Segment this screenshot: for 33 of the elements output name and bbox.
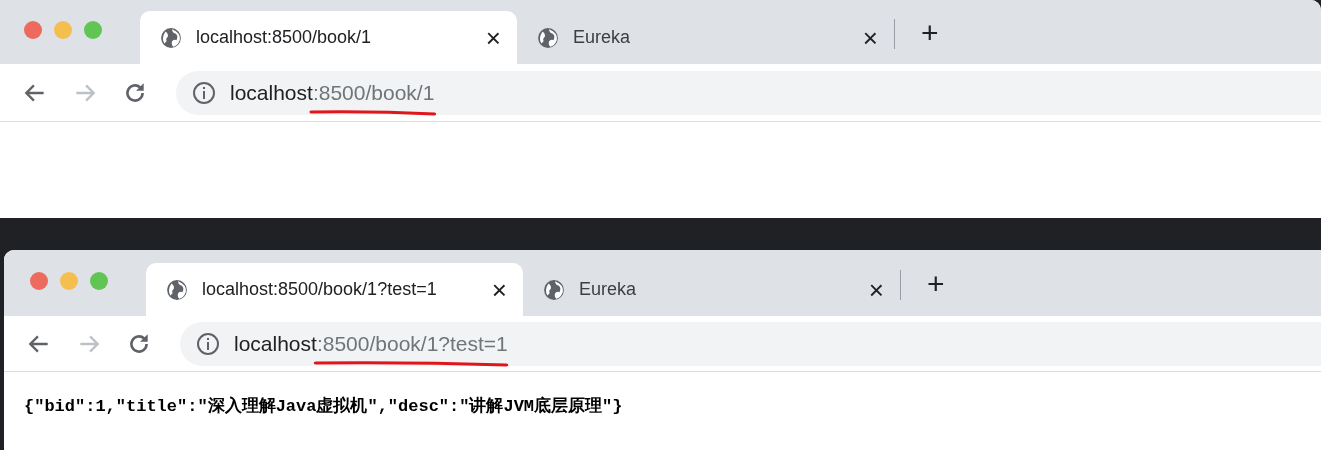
tab-title: localhost:8500/book/1?test=1 [202, 279, 438, 300]
globe-icon [160, 26, 182, 49]
tab-title: Eureka [573, 27, 632, 48]
browser-tab[interactable]: Eureka × [517, 11, 894, 64]
json-response: {"bid":1,"title":"深入理解Java虚拟机","desc":"讲解JVM底层原理"} [24, 397, 623, 416]
tab-title: localhost:8500/book/1 [196, 27, 373, 48]
tab-close-button[interactable]: × [485, 24, 501, 51]
close-window-icon[interactable] [30, 272, 48, 290]
info-icon[interactable] [196, 331, 220, 356]
browser-tab[interactable]: Eureka × [523, 263, 900, 316]
globe-icon [537, 26, 559, 49]
close-window-icon[interactable] [24, 21, 42, 39]
zoom-window-icon[interactable] [84, 21, 102, 39]
zoom-window-icon[interactable] [90, 272, 108, 290]
info-icon[interactable] [192, 80, 216, 105]
tab-close-button[interactable]: × [868, 276, 884, 303]
new-tab-button[interactable]: + [917, 269, 955, 299]
browser-tab[interactable]: localhost:8500/book/1?test=1 × [146, 263, 523, 316]
globe-icon [166, 278, 188, 301]
url-path: :8500/book/1 [312, 80, 435, 104]
address-bar[interactable]: localhost:8500/book/1?test=1 [180, 321, 1321, 366]
url-host: localhost [234, 331, 317, 356]
new-tab-button[interactable]: + [911, 18, 949, 48]
url-path: :8500/book/1?test=1 [316, 331, 508, 355]
globe-icon [543, 278, 565, 301]
tab-title: Eureka [579, 279, 638, 300]
url-host: localhost [230, 80, 313, 105]
browser-tab[interactable]: localhost:8500/book/1 × [140, 11, 517, 64]
tab-close-button[interactable]: × [862, 24, 878, 51]
tab-close-button[interactable]: × [491, 276, 507, 303]
minimize-window-icon[interactable] [60, 272, 78, 290]
minimize-window-icon[interactable] [54, 21, 72, 39]
address-bar[interactable]: localhost:8500/book/1 [176, 70, 1321, 115]
